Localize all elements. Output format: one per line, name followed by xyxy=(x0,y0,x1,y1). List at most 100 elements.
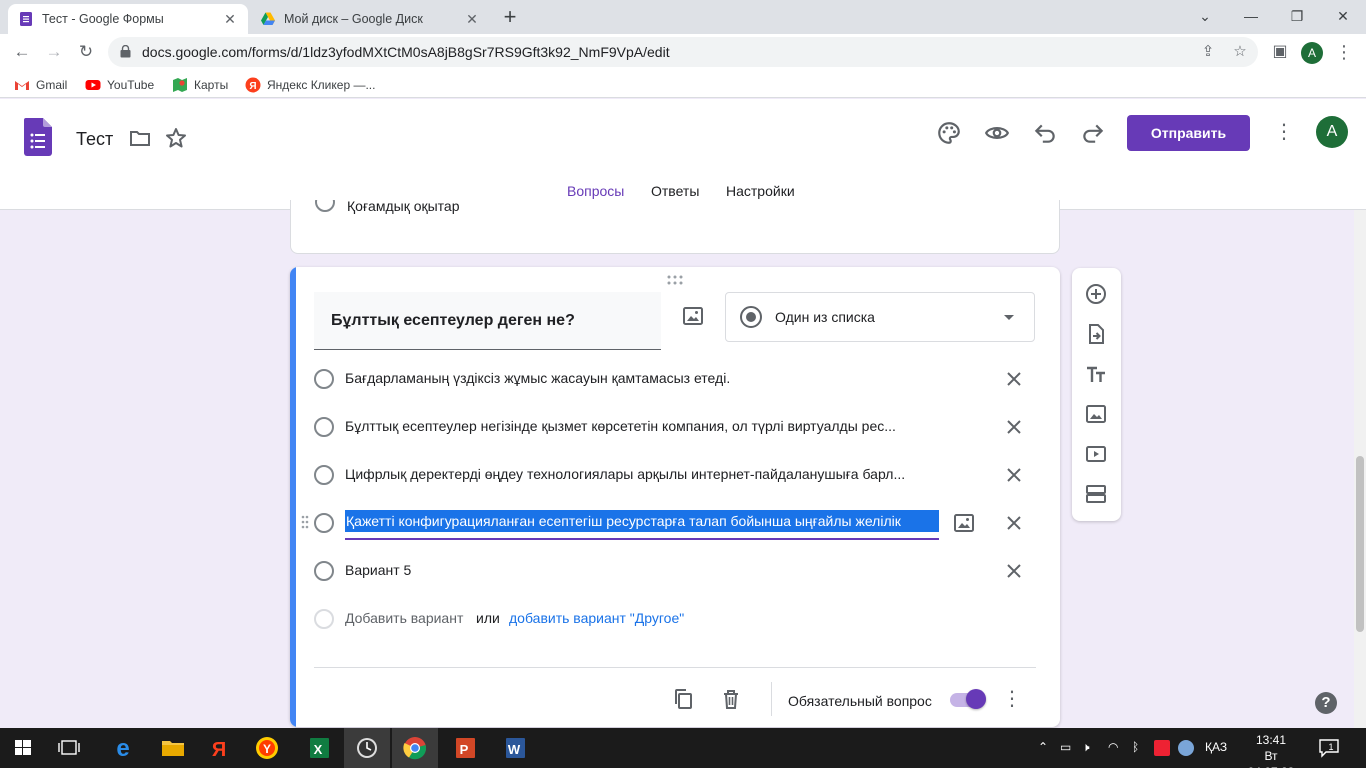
folder-icon[interactable] xyxy=(128,126,152,150)
bookmark-youtube[interactable]: YouTube xyxy=(85,76,154,94)
page-scrollbar[interactable] xyxy=(1354,210,1366,728)
help-icon[interactable]: ? xyxy=(1315,692,1337,714)
browser-tab-drive[interactable]: Мой диск – Google Диск ✕ xyxy=(250,4,490,34)
focus-underline xyxy=(345,538,939,540)
add-question-icon[interactable] xyxy=(1084,282,1108,306)
star-icon[interactable] xyxy=(164,126,188,150)
file-explorer-icon[interactable] xyxy=(150,728,196,768)
palette-icon[interactable] xyxy=(936,120,962,146)
option-text-input[interactable]: Бағдарламаның үздіксіз жұмыс жасауын қам… xyxy=(345,370,939,386)
option-row[interactable]: Бағдарламаның үздіксіз жұмыс жасауын қам… xyxy=(314,361,1034,401)
bookmark-star-icon[interactable]: ☆ xyxy=(1230,42,1250,62)
add-image-icon[interactable] xyxy=(681,304,705,328)
windows-taskbar: e Я Y X P W ⌃ ▭ 🕨 ◠ ᛒ ҚАЗ 13:41 Вт 04.07… xyxy=(0,728,1366,768)
minimize-window-button[interactable]: — xyxy=(1228,4,1274,28)
question-more-options-icon[interactable]: ⋮ xyxy=(1002,688,1022,712)
close-window-button[interactable]: ✕ xyxy=(1320,4,1366,28)
option-text-input[interactable]: Бұлттық есептеулер негізінде қызмет көрс… xyxy=(345,418,939,434)
share-icon[interactable]: ⇪ xyxy=(1198,42,1218,62)
close-tab-icon[interactable]: ✕ xyxy=(464,11,480,27)
chrome-taskbar-icon[interactable] xyxy=(392,728,438,768)
back-arrow-icon[interactable]: ← xyxy=(10,40,34,64)
duplicate-icon[interactable] xyxy=(671,687,695,711)
import-questions-icon[interactable] xyxy=(1084,322,1108,346)
maximize-window-button[interactable]: ❐ xyxy=(1274,4,1320,28)
task-view-icon[interactable] xyxy=(48,728,94,768)
option-text-input[interactable]: Цифрлық деректерді өңдеу технологиялары … xyxy=(345,466,939,482)
remove-option-icon[interactable] xyxy=(1002,463,1026,487)
add-video-icon[interactable] xyxy=(1084,442,1108,466)
input-language[interactable]: ҚАЗ xyxy=(1205,740,1227,756)
option-text-input[interactable]: Вариант 5 xyxy=(345,562,939,578)
network-icon[interactable]: ◠ xyxy=(1108,740,1118,756)
chrome-menu-icon[interactable]: ⋮ xyxy=(1332,40,1356,64)
option-drag-handle-icon[interactable] xyxy=(301,515,309,529)
remove-option-icon[interactable] xyxy=(1002,559,1026,583)
browser-tab-forms[interactable]: Тест - Google Формы ✕ xyxy=(8,4,248,34)
chrome-profile-avatar[interactable]: A xyxy=(1301,42,1323,64)
option-row[interactable]: Цифрлық деректерді өңдеу технологиялары … xyxy=(314,457,1034,497)
option-text-input[interactable]: Қажетті конфигурацияланған есептегіш рес… xyxy=(345,510,939,532)
required-toggle[interactable] xyxy=(950,689,986,709)
send-button[interactable]: Отправить xyxy=(1127,115,1250,151)
bookmark-maps[interactable]: Карты xyxy=(172,76,228,94)
show-hidden-icons[interactable]: ⌃ xyxy=(1038,740,1048,756)
excel-icon[interactable]: X xyxy=(296,728,342,768)
yandex-browser-icon[interactable]: Y xyxy=(244,728,290,768)
google-forms-logo-icon[interactable] xyxy=(24,118,52,156)
delete-trash-icon[interactable] xyxy=(719,687,743,711)
form-title[interactable]: Тест xyxy=(76,129,113,150)
remove-option-icon[interactable] xyxy=(1002,415,1026,439)
windows-start-icon[interactable] xyxy=(0,728,46,768)
scrollbar-thumb[interactable] xyxy=(1356,456,1364,632)
browser-tab-strip: Тест - Google Формы ✕ Мой диск – Google … xyxy=(0,0,1366,34)
new-tab-button[interactable]: + xyxy=(498,6,522,30)
add-title-text-icon[interactable] xyxy=(1084,362,1108,386)
account-avatar[interactable]: A xyxy=(1316,116,1348,148)
tab-search-icon[interactable]: ⌄ xyxy=(1182,4,1228,28)
close-tab-icon[interactable]: ✕ xyxy=(222,11,238,27)
remove-option-icon[interactable] xyxy=(1002,511,1026,535)
option-row[interactable]: Вариант 5 xyxy=(314,553,1034,593)
reload-icon[interactable]: ↻ xyxy=(74,40,98,64)
tab-responses[interactable]: Ответы xyxy=(651,183,699,199)
updates-icon[interactable] xyxy=(1178,740,1194,756)
battery-icon[interactable]: ▭ xyxy=(1060,740,1071,756)
volume-icon[interactable]: 🕨 xyxy=(1082,740,1090,756)
side-panel-icon[interactable]: ▣ xyxy=(1268,40,1292,64)
lock-icon[interactable] xyxy=(120,45,131,58)
forward-arrow-icon[interactable]: → xyxy=(42,40,66,64)
tab-settings[interactable]: Настройки xyxy=(726,183,795,199)
url-text[interactable]: docs.google.com/forms/d/1ldz3yfodMXtCtM0… xyxy=(142,44,670,60)
drag-handle-icon[interactable] xyxy=(666,275,684,285)
add-image-icon[interactable] xyxy=(1084,402,1108,426)
address-bar[interactable]: docs.google.com/forms/d/1ldz3yfodMXtCtM0… xyxy=(108,37,1258,67)
clock-app-icon[interactable] xyxy=(344,728,390,768)
word-icon[interactable]: W xyxy=(492,728,538,768)
redo-icon[interactable] xyxy=(1080,120,1106,146)
preview-eye-icon[interactable] xyxy=(984,120,1010,146)
question-type-select[interactable]: Один из списка xyxy=(725,292,1035,342)
question-title-field[interactable]: Бұлттық есептеулер деген не? xyxy=(314,292,661,350)
add-image-icon[interactable] xyxy=(952,511,976,535)
notifications-icon[interactable]: 1 xyxy=(1318,738,1340,758)
bookmark-yandex-clicker[interactable]: Я Яндекс Кликер —... xyxy=(245,76,375,94)
add-option-link[interactable]: Добавить вариант xyxy=(345,610,463,626)
add-other-option-link[interactable]: добавить вариант "Другое" xyxy=(509,610,684,626)
more-options-icon[interactable]: ⋮ xyxy=(1274,121,1294,145)
antivirus-icon[interactable] xyxy=(1154,740,1170,756)
option-row[interactable]: Бұлттық есептеулер негізінде қызмет көрс… xyxy=(314,409,1034,449)
yandex-app-icon[interactable]: Я xyxy=(196,728,242,768)
undo-icon[interactable] xyxy=(1032,120,1058,146)
bookmark-gmail[interactable]: Gmail xyxy=(14,76,67,94)
edge-browser-icon[interactable]: e xyxy=(100,728,146,768)
add-section-icon[interactable] xyxy=(1084,482,1108,506)
bluetooth-icon[interactable]: ᛒ xyxy=(1132,740,1139,756)
tab-questions[interactable]: Вопросы xyxy=(567,183,624,199)
powerpoint-icon[interactable]: P xyxy=(442,728,488,768)
previous-question-card[interactable]: Қоғамдық оқытар xyxy=(290,200,1060,254)
system-clock[interactable]: 13:41 Вт 04.07.23 xyxy=(1240,732,1302,768)
remove-option-icon[interactable] xyxy=(1002,367,1026,391)
option-row-editing[interactable]: Қажетті конфигурацияланған есептегіш рес… xyxy=(301,505,1034,545)
question-card[interactable]: Бұлттық есептеулер деген не? Один из спи… xyxy=(290,267,1060,727)
